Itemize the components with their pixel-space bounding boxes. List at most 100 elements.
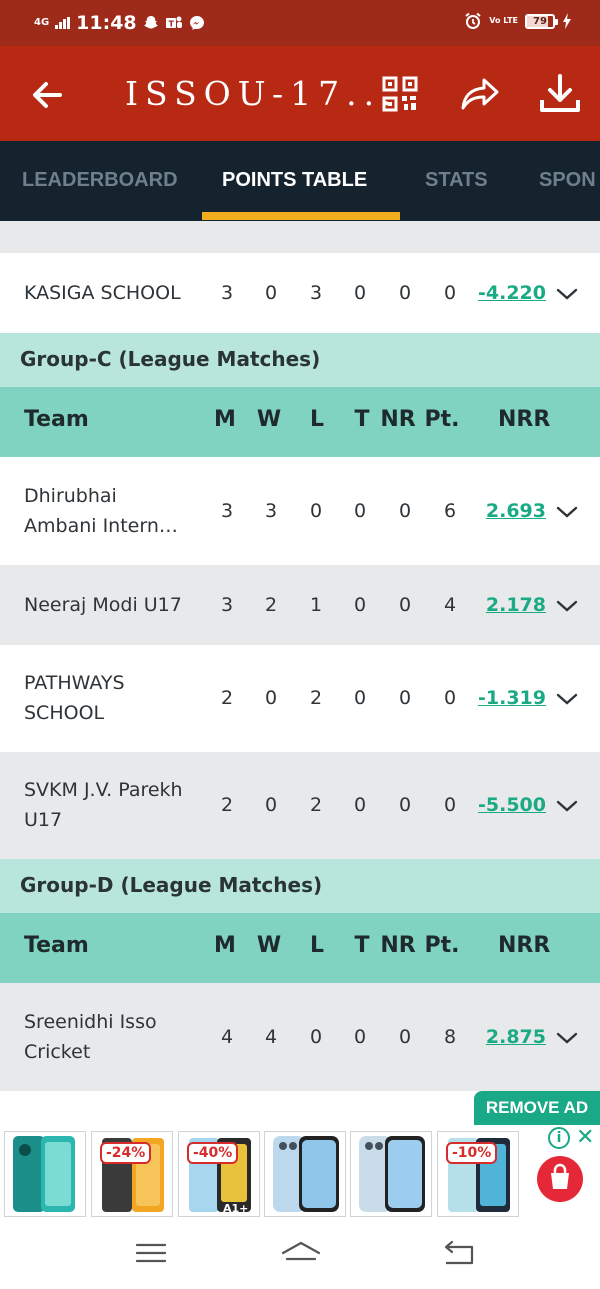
tab-stats[interactable]: STATS [425,169,488,192]
col-w: W [256,933,282,958]
table-row-partial [0,221,600,253]
ad-product-tile[interactable] [264,1131,346,1217]
shopping-bag-icon[interactable] [537,1156,583,1202]
team-name: Neeraj Modi U17 [24,594,182,616]
nrr-link[interactable]: -1.319 [476,687,546,709]
col-team: Team [24,407,89,432]
losses-cell: 1 [309,594,323,616]
share-icon[interactable] [458,72,502,116]
nrr-link[interactable]: -4.220 [476,282,546,304]
ad-close-icon[interactable]: ✕ [576,1125,594,1150]
col-m: M [214,933,236,958]
table-row[interactable]: Sreenidhi Isso Cricket 4 4 0 0 0 8 2.875 [0,983,600,1091]
chevron-down-icon[interactable] [556,599,578,613]
ties-cell: 0 [353,1026,367,1048]
snapchat-icon [143,16,158,29]
ad-product-tile[interactable]: -24% [91,1131,173,1217]
discount-badge: -10% [446,1142,498,1164]
table-row[interactable]: KASIGA SCHOOL 3 0 3 0 0 0 -4.220 [0,253,600,333]
points-cell: 6 [443,500,457,522]
ties-cell: 0 [353,794,367,816]
chevron-down-icon[interactable] [556,799,578,813]
nrr-link[interactable]: 2.178 [476,594,546,616]
points-cell: 0 [443,687,457,709]
matches-cell: 2 [220,687,234,709]
table-row[interactable]: Neeraj Modi U17 3 2 1 0 0 4 2.178 [0,565,600,645]
team-name-line1: Sreenidhi Isso [24,1011,157,1033]
nrr-link[interactable]: 2.875 [476,1026,546,1048]
col-l: L [309,407,325,432]
group-c-column-header: Team M W L T NR Pt. NRR [0,387,600,457]
team-name-line2: SCHOOL [24,702,105,724]
tab-leaderboard[interactable]: LEADERBOARD [22,169,178,192]
group-c-title: Group-C (League Matches) [20,347,321,371]
remove-ad-button[interactable]: REMOVE AD [474,1091,600,1125]
team-name-line1: SVKM J.V. Parekh [24,779,183,801]
team-name: Dhirubhai Ambani Intern… [24,481,178,541]
team-name-line1: Dhirubhai [24,485,117,507]
tab-sponsors[interactable]: SPON [539,169,596,192]
col-nrr: NRR [498,407,551,432]
page-title: ISSOU-17... [125,74,399,113]
points-table[interactable]: KASIGA SCHOOL 3 0 3 0 0 0 -4.220 Group-C… [0,221,600,1091]
points-cell: 4 [443,594,457,616]
table-row[interactable]: PATHWAYS SCHOOL 2 0 2 0 0 0 -1.319 [0,645,600,752]
ad-info-icon[interactable]: i [548,1127,570,1149]
tab-points-table[interactable]: POINTS TABLE [222,169,367,192]
ad-product-tile[interactable] [350,1131,432,1217]
chevron-down-icon[interactable] [556,692,578,706]
team-name-line2: U17 [24,809,63,831]
battery-level: 79 [533,15,547,27]
points-cell: 0 [443,282,457,304]
no-result-cell: 0 [398,282,412,304]
losses-cell: 0 [309,1026,323,1048]
chevron-down-icon[interactable] [556,1031,578,1045]
group-d-header: Group-D (League Matches) [0,859,600,913]
status-left: 4G 11:48 T [34,12,205,34]
phone-image [13,1136,75,1212]
phone-image [273,1136,339,1212]
svg-text:T: T [168,20,174,29]
menu-icon[interactable] [131,1235,171,1271]
col-nrr: NRR [498,933,551,958]
alarm-icon [465,12,481,29]
ad-product-tile[interactable]: A1+ -40% [178,1131,260,1217]
wins-cell: 0 [264,687,278,709]
col-nr: NR [380,933,416,958]
chevron-down-icon[interactable] [556,287,578,301]
col-team: Team [24,933,89,958]
back-icon[interactable] [438,1235,478,1271]
team-name-line2: Cricket [24,1041,91,1063]
team-name: PATHWAYS SCHOOL [24,668,125,728]
matches-cell: 3 [220,282,234,304]
discount-badge: -40% [187,1142,239,1164]
ad-product-tile[interactable]: -10% [437,1131,519,1217]
qr-code-icon[interactable] [378,72,422,116]
download-icon[interactable] [538,72,582,116]
chevron-down-icon[interactable] [556,505,578,519]
col-m: M [214,407,236,432]
nrr-link[interactable]: 2.693 [476,500,546,522]
status-right: Vo LTE 79 [464,12,572,30]
status-bar: 4G 11:48 T Vo LTE 79 [0,0,600,46]
no-result-cell: 0 [398,794,412,816]
losses-cell: 2 [309,794,323,816]
back-arrow-icon[interactable] [24,72,70,118]
home-icon[interactable] [281,1235,321,1271]
matches-cell: 3 [220,500,234,522]
wins-cell: 0 [264,794,278,816]
team-name-line2: Ambani Intern… [24,515,178,537]
tab-bar: LEADERBOARD POINTS TABLE STATS SPON [0,141,600,221]
ties-cell: 0 [353,594,367,616]
table-row[interactable]: SVKM J.V. Parekh U17 2 0 2 0 0 0 -5.500 [0,752,600,859]
wins-cell: 2 [264,594,278,616]
col-t: T [354,407,370,432]
discount-badge: -24% [100,1142,152,1164]
team-name: SVKM J.V. Parekh U17 [24,775,183,835]
ad-product-tile[interactable] [4,1131,86,1217]
table-row[interactable]: Dhirubhai Ambani Intern… 3 3 0 0 0 6 2.69… [0,457,600,565]
clock: 11:48 [76,12,137,34]
nrr-link[interactable]: -5.500 [476,794,546,816]
wins-cell: 3 [264,500,278,522]
ad-banner: REMOVE AD -24% A1+ -40% -10% i ✕ [0,1091,600,1221]
